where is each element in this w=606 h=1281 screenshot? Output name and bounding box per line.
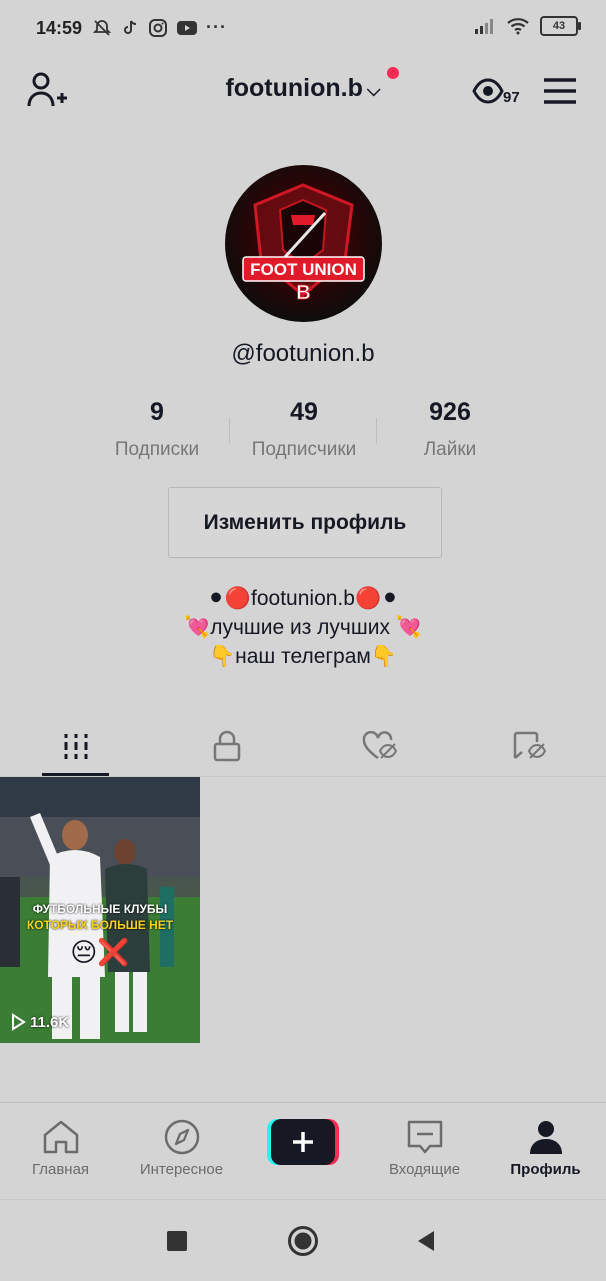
nav-profile[interactable]: Профиль <box>485 1119 606 1178</box>
bookmark-hidden-icon <box>513 731 546 759</box>
menu-icon[interactable] <box>543 77 577 105</box>
nav-discover[interactable]: Интересное <box>121 1119 242 1178</box>
stat-following-label: Подписки <box>114 439 200 460</box>
bio-line[interactable]: 👇наш телеграм👇 <box>0 642 606 671</box>
video-caption-line2: КОТОРЫХ БОЛЬШЕ НЕТ <box>26 918 174 932</box>
nav-inbox[interactable]: Входящие <box>364 1119 485 1178</box>
home-button[interactable] <box>287 1225 319 1257</box>
video-emoji: 😔❌ <box>70 937 130 967</box>
bottom-navigation: Главная Интересное Входящие Профиль <box>0 1102 606 1199</box>
recents-button[interactable] <box>167 1231 187 1251</box>
video-play-count: 11.6K <box>10 1013 69 1031</box>
profile-icon <box>529 1121 562 1154</box>
compass-icon <box>164 1119 199 1155</box>
nav-profile-label: Профиль <box>510 1161 581 1178</box>
tiktok-icon <box>124 20 137 34</box>
avatar-text-line2: B <box>296 282 310 304</box>
tab-liked[interactable] <box>303 726 454 766</box>
heart-hidden-icon <box>362 731 397 760</box>
battery-indicator: 43 <box>540 16 581 36</box>
system-navigation-bar <box>0 1199 606 1281</box>
grid-icon <box>64 734 87 759</box>
nav-inbox-label: Входящие <box>388 1161 461 1178</box>
avatar-text-line1: FOOT UNION <box>250 260 357 279</box>
profile-handle: @footunion.b <box>231 340 375 367</box>
stat-likes-value: 926 <box>429 398 471 426</box>
nav-discover-label: Интересное <box>139 1161 224 1178</box>
status-time: 14:59 <box>36 18 83 38</box>
stat-following[interactable]: 9 Подписки <box>82 398 232 461</box>
more-notifications-icon: ··· <box>206 17 227 37</box>
bell-off-icon <box>92 19 112 36</box>
chevron-down-icon: ⌵ <box>366 80 381 100</box>
video-thumbnail[interactable]: ФУТБОЛЬНЫЕ КЛУБЫ КОТОРЫХ БОЛЬШЕ НЕТ 😔❌ 1… <box>0 777 200 1043</box>
stat-likes-label: Лайки <box>423 439 477 460</box>
profile-bio: ⚫🔴footunion.b🔴⚫ 💘лучшие из лучших 💘 👇наш… <box>0 584 606 671</box>
tab-saved[interactable] <box>454 726 605 766</box>
play-icon <box>12 1013 26 1031</box>
video-views: 11.6K <box>30 1013 70 1031</box>
nav-home[interactable]: Главная <box>0 1119 121 1178</box>
bio-line: 💘лучшие из лучших 💘 <box>184 616 422 639</box>
status-notification-icons: ··· <box>92 17 227 38</box>
notification-dot <box>387 67 399 79</box>
back-button[interactable] <box>414 1229 438 1253</box>
tab-private[interactable] <box>151 726 302 766</box>
video-caption: ФУТБОЛЬНЫЕ КЛУБЫ КОТОРЫХ БОЛЬШЕ НЕТ <box>0 901 200 933</box>
inbox-icon <box>407 1120 442 1154</box>
stat-likes[interactable]: 926 Лайки <box>375 398 525 461</box>
stat-followers-value: 49 <box>290 398 318 426</box>
stat-followers[interactable]: 49 Подписчики <box>229 398 379 461</box>
wifi-icon <box>507 18 529 35</box>
create-button[interactable] <box>267 1119 339 1165</box>
status-system-icons: 43 <box>474 16 581 36</box>
video-caption-line1: ФУТБОЛЬНЫЕ КЛУБЫ <box>32 902 168 916</box>
nav-home-label: Главная <box>31 1161 90 1178</box>
lock-icon <box>213 730 240 762</box>
stat-followers-label: Подписчики <box>251 439 357 460</box>
profile-views-icon[interactable] <box>472 78 504 104</box>
tab-videos[interactable] <box>0 726 151 766</box>
youtube-icon <box>177 20 197 35</box>
profile-views-count: 97 <box>503 89 520 106</box>
avatar-logo: FOOT UNION B <box>242 183 365 304</box>
stat-following-value: 9 <box>150 398 164 426</box>
avatar[interactable]: FOOT UNION B <box>225 165 382 322</box>
edit-profile-button[interactable]: Изменить профиль <box>168 487 442 558</box>
instagram-icon <box>149 18 167 37</box>
bio-line: ⚫🔴footunion.b🔴⚫ <box>207 587 399 610</box>
home-icon <box>43 1120 78 1154</box>
header-username: footunion.b <box>225 74 363 102</box>
signal-icon <box>475 19 493 34</box>
